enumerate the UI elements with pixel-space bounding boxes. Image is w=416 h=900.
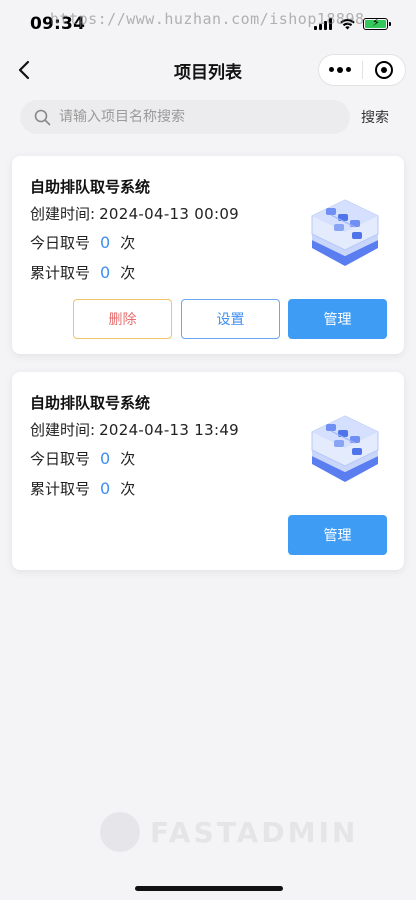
project-name: 自助排队取号系统 <box>30 178 151 196</box>
today-unit: 次 <box>120 450 136 468</box>
total-unit: 次 <box>120 480 136 498</box>
total-count: 0 <box>100 479 111 498</box>
total-label: 累计取号 <box>30 264 91 282</box>
settings-button[interactable]: 设置 <box>181 299 280 339</box>
brand-logo-icon <box>100 812 140 852</box>
search-bar: 搜索 <box>20 100 400 134</box>
project-name: 自助排队取号系统 <box>30 394 151 412</box>
today-count-row: 今日取号 0 次 <box>30 232 135 253</box>
created-label: 创建时间: <box>30 421 96 439</box>
today-unit: 次 <box>120 234 136 252</box>
delete-button[interactable]: 删除 <box>73 299 172 339</box>
today-label: 今日取号 <box>30 450 91 468</box>
total-count-row: 累计取号 0 次 <box>30 262 135 283</box>
search-icon <box>34 109 51 125</box>
search-box[interactable] <box>20 100 350 134</box>
today-count-row: 今日取号 0 次 <box>30 448 135 469</box>
nav-bar: 项目列表 <box>0 48 416 92</box>
created-time-row: 创建时间: 2024-04-13 00:09 <box>30 203 239 224</box>
target-circle-icon <box>374 61 393 79</box>
total-count-row: 累计取号 0 次 <box>30 478 135 499</box>
created-time: 2024-04-13 00:09 <box>99 205 240 223</box>
manage-button[interactable]: 管理 <box>288 299 387 339</box>
created-time: 2024-04-13 13:49 <box>99 421 240 439</box>
server-cube-icon <box>311 199 379 266</box>
footer-brand-watermark: FASTADMIN <box>100 812 358 852</box>
search-input[interactable] <box>59 109 319 125</box>
total-unit: 次 <box>120 264 136 282</box>
home-indicator[interactable] <box>135 886 283 891</box>
created-time-row: 创建时间: 2024-04-13 13:49 <box>30 419 239 440</box>
server-cube-icon <box>311 415 379 482</box>
search-button[interactable]: 搜索 <box>361 107 389 127</box>
status-bar: 09:34 https://www.huzhan.com/ishop18898 … <box>0 0 416 48</box>
project-card: 自助排队取号系统 创建时间: 2024-04-13 00:09 今日取号 0 次… <box>12 156 404 354</box>
total-count: 0 <box>100 263 111 282</box>
today-count: 0 <box>100 233 111 252</box>
manage-button[interactable]: 管理 <box>288 515 387 555</box>
more-dots-icon <box>329 67 352 73</box>
project-card: 自助排队取号系统 创建时间: 2024-04-13 13:49 今日取号 0 次… <box>12 372 404 570</box>
more-menu-button[interactable] <box>319 55 362 85</box>
today-count: 0 <box>100 449 111 468</box>
close-mini-program-button[interactable] <box>363 55 406 85</box>
url-watermark: https://www.huzhan.com/ishop18898 <box>50 10 365 28</box>
created-label: 创建时间: <box>30 205 96 223</box>
charging-icon: ⚡ <box>372 16 380 29</box>
battery-icon: ⚡ <box>363 16 391 30</box>
mini-program-capsule <box>318 54 406 86</box>
total-label: 累计取号 <box>30 480 91 498</box>
today-label: 今日取号 <box>30 234 91 252</box>
footer-brand: FASTADMIN <box>150 815 359 849</box>
